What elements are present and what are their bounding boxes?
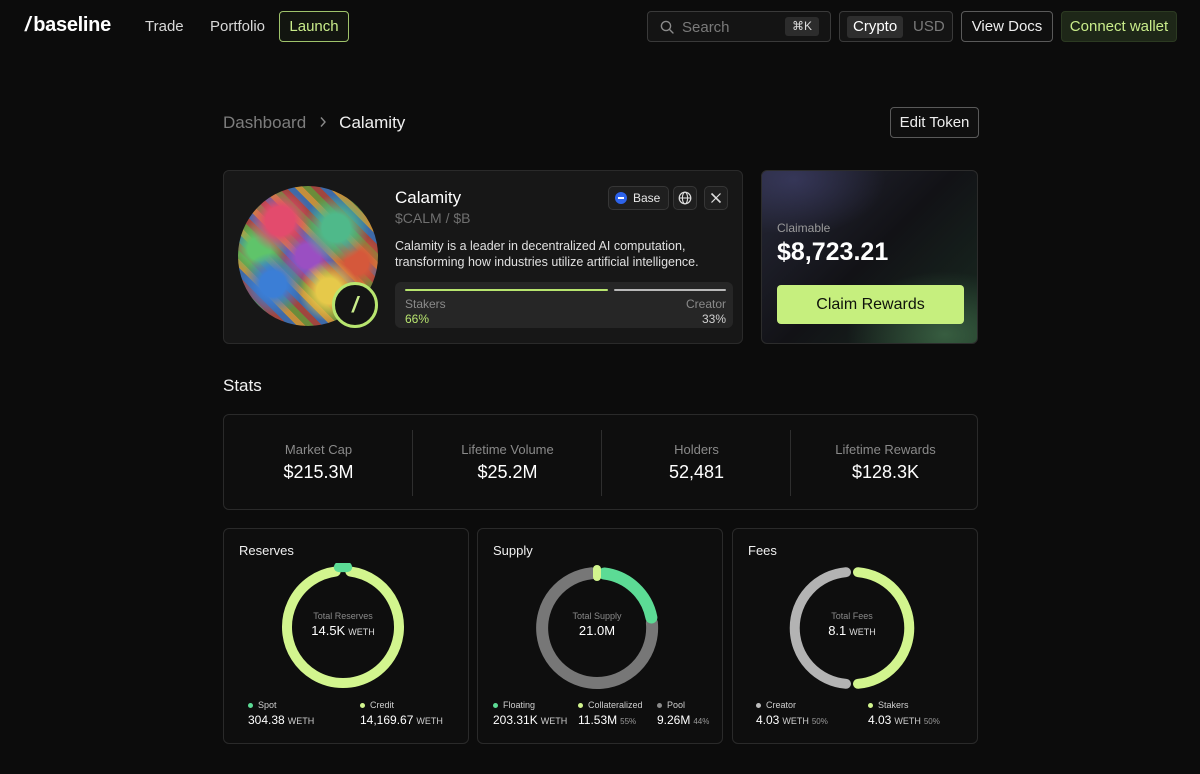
token-name: Calamity bbox=[395, 188, 462, 207]
center-value: 14.5K WETH bbox=[311, 623, 375, 638]
claim-rewards-button[interactable]: Claim Rewards bbox=[777, 285, 964, 324]
legend-floating: Floating 203.31K WETH bbox=[493, 700, 568, 727]
x-icon[interactable] bbox=[704, 186, 728, 210]
donut-center: Total Reserves 14.5K WETH bbox=[278, 611, 408, 638]
view-docs-button[interactable]: View Docs bbox=[961, 11, 1053, 42]
currency-toggle[interactable]: Crypto USD bbox=[839, 11, 953, 42]
legend-credit: Credit 14,169.67 WETH bbox=[360, 700, 443, 727]
logo-text: baseline bbox=[33, 14, 111, 36]
base-chain-icon bbox=[615, 192, 627, 204]
card-title: Reserves bbox=[239, 543, 294, 558]
claim-card: Claimable $8,723.21 Claim Rewards bbox=[761, 170, 978, 344]
center-label: Total Supply bbox=[572, 611, 622, 621]
token-tickers: $CALM / $B bbox=[395, 210, 471, 226]
nav-link-launch[interactable]: Launch bbox=[279, 11, 349, 42]
token-card: / Calamity $CALM / $B Base Calamity is a… bbox=[223, 170, 743, 344]
search-input[interactable]: Search ⌘K bbox=[647, 11, 831, 42]
stat-holders: Holders 52,481 bbox=[602, 415, 791, 511]
stats-panel: Market Cap $215.3M Lifetime Volume $25.2… bbox=[223, 414, 978, 510]
edit-token-button[interactable]: Edit Token bbox=[890, 107, 979, 138]
legend-spot: Spot 304.38 WETH bbox=[248, 700, 315, 727]
baseline-logo-icon: / bbox=[332, 282, 378, 328]
search-shortcut: ⌘K bbox=[784, 17, 819, 36]
stat-label: Lifetime Volume bbox=[461, 442, 554, 457]
chain-badge[interactable]: Base bbox=[608, 186, 670, 210]
stat-lifetime-rewards: Lifetime Rewards $128.3K bbox=[791, 415, 980, 511]
legend-pool: Pool 9.26M 44% bbox=[657, 700, 710, 727]
breadcrumb: Dashboard Calamity bbox=[223, 113, 405, 133]
stat-label: Lifetime Rewards bbox=[835, 442, 936, 457]
center-value: 8.1 WETH bbox=[828, 623, 876, 638]
supply-card: Supply Total Supply 21.0M Floating 203.3… bbox=[477, 528, 723, 744]
stakers-value: 66% bbox=[405, 312, 430, 326]
globe-icon[interactable] bbox=[673, 186, 697, 210]
stat-value: 52,481 bbox=[668, 462, 725, 482]
stat-label: Market Cap bbox=[284, 442, 353, 457]
donut-center: Total Supply 21.0M bbox=[532, 611, 662, 638]
nav-link-portfolio[interactable]: Portfolio bbox=[210, 18, 265, 35]
stat-value: $215.3M bbox=[283, 462, 354, 482]
legend-stakers: Stakers 4.03 WETH 50% bbox=[868, 700, 940, 727]
stats-title: Stats bbox=[223, 376, 262, 395]
center-value: 21.0M bbox=[578, 623, 616, 638]
reward-split: Stakers 66% Creator 33% bbox=[395, 282, 733, 328]
logo[interactable]: / baseline bbox=[25, 14, 111, 37]
currency-option-crypto[interactable]: Crypto bbox=[847, 16, 904, 38]
reserves-card: Reserves Total Reserves 14.5K WETH Spot 3… bbox=[223, 528, 469, 744]
stat-label: Holders bbox=[674, 442, 719, 457]
chevron-right-icon bbox=[319, 115, 327, 131]
chain-name: Base bbox=[633, 191, 661, 205]
top-nav: / baseline Trade Portfolio Launch Search… bbox=[0, 0, 1200, 54]
center-label: Total Reserves bbox=[313, 611, 373, 621]
search-icon bbox=[660, 20, 674, 34]
nav-link-trade[interactable]: Trade bbox=[145, 18, 184, 35]
claim-value: $8,723.21 bbox=[777, 238, 889, 266]
card-title: Supply bbox=[493, 543, 533, 558]
stakers-bar bbox=[405, 289, 608, 291]
fees-card: Fees Total Fees 8.1 WETH Creator 4.03 WETH… bbox=[732, 528, 978, 744]
search-placeholder: Search bbox=[682, 19, 730, 36]
card-title: Fees bbox=[748, 543, 777, 558]
connect-wallet-button[interactable]: Connect wallet bbox=[1061, 11, 1177, 42]
stat-lifetime-volume: Lifetime Volume $25.2M bbox=[413, 415, 602, 511]
token-description: Calamity is a leader in decentralized AI… bbox=[395, 239, 699, 269]
creator-label: Creator bbox=[685, 297, 726, 311]
legend-collateralized: Collateralized 11.53M 55% bbox=[578, 700, 643, 727]
center-label: Total Fees bbox=[831, 611, 873, 621]
breadcrumb-current: Calamity bbox=[339, 113, 406, 132]
donut-center: Total Fees 8.1 WETH bbox=[787, 611, 917, 638]
breadcrumb-dashboard[interactable]: Dashboard bbox=[223, 113, 306, 133]
creator-bar bbox=[614, 289, 726, 291]
claim-label: Claimable bbox=[777, 221, 831, 235]
stat-value: $25.2M bbox=[477, 462, 538, 482]
stat-market-cap: Market Cap $215.3M bbox=[224, 415, 413, 511]
logo-slash-icon: / bbox=[25, 14, 31, 36]
currency-option-usd[interactable]: USD bbox=[913, 16, 945, 38]
creator-value: 33% bbox=[701, 312, 726, 326]
stat-value: $128.3K bbox=[851, 462, 920, 482]
legend-creator: Creator 4.03 WETH 50% bbox=[756, 700, 828, 727]
stakers-label: Stakers bbox=[405, 297, 446, 311]
